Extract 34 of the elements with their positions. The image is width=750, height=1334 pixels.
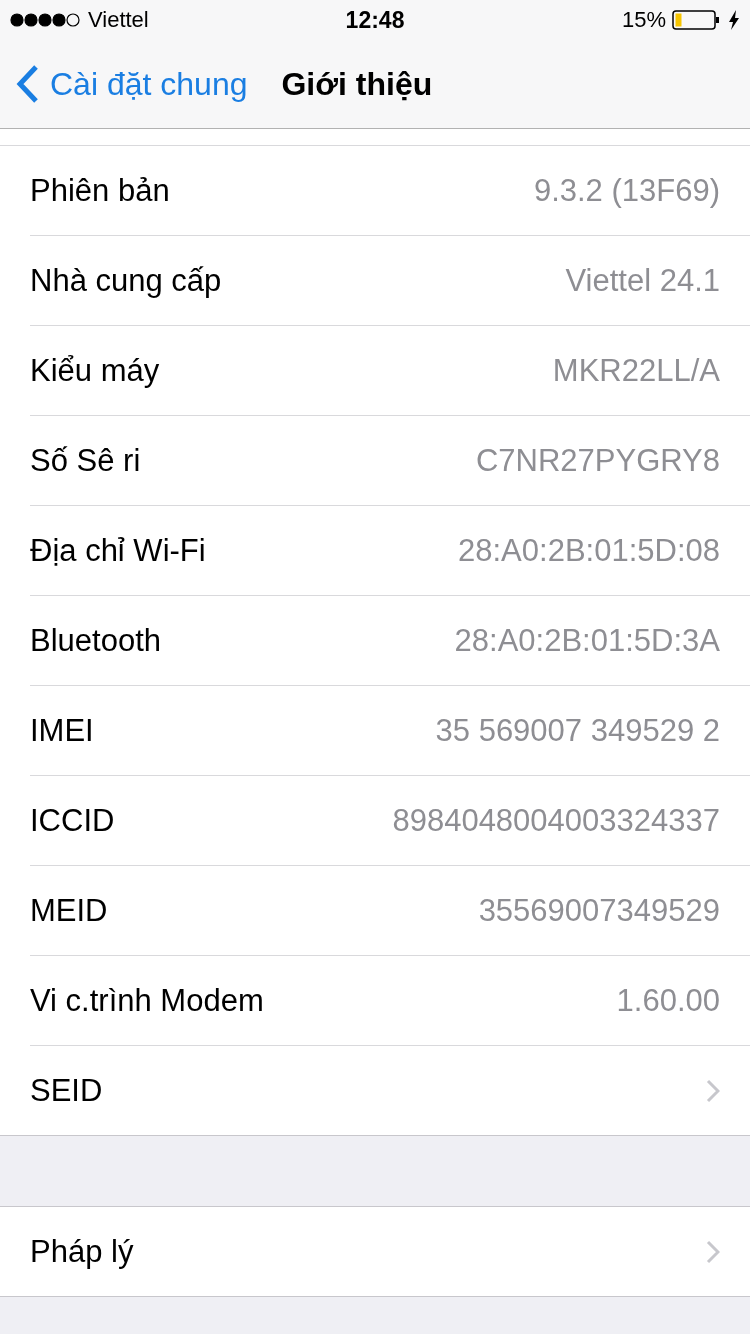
row-value: Viettel 24.1 [565, 262, 720, 299]
carrier-name: Viettel [88, 7, 149, 33]
row-value: 9.3.2 (13F69) [533, 172, 720, 209]
row-value: 8984048004003324337 [392, 802, 720, 839]
row-label: Nhà cung cấp [30, 262, 223, 299]
row-label: SEID [30, 1072, 104, 1109]
row-value: C7NR27PYGRY8 [475, 442, 720, 479]
row-label: Địa chỉ Wi-Fi [30, 532, 207, 569]
chevron-icon [706, 1239, 720, 1264]
signal-icon [10, 13, 82, 27]
chevron-icon [706, 1078, 720, 1103]
row-label: ICCID [30, 802, 116, 839]
row-label: MEID [30, 892, 109, 929]
row-label: Kiểu máy [30, 352, 161, 389]
row-label: Số Sê ri [30, 442, 142, 479]
row-value: MKR22LL/A [552, 352, 720, 389]
battery-icon [672, 9, 722, 31]
back-chevron-icon [16, 64, 40, 104]
row-label: IMEI [30, 712, 95, 749]
row-label: Vi c.trình Modem [30, 982, 265, 1019]
battery-percent: 15% [621, 7, 666, 33]
row-value: 35569007349529 [478, 892, 720, 929]
back-button[interactable]: Cài đặt chung [16, 64, 248, 104]
settings-row[interactable]: SEID [30, 1046, 750, 1135]
row-label: Bluetooth [30, 622, 162, 659]
row-value: 35 569007 349529 2 [435, 712, 720, 749]
row-label: Phiên bản [30, 172, 171, 209]
row-value: 28:A0:2B:01:5D:08 [458, 532, 720, 569]
row-value: 28:A0:2B:01:5D:3A [454, 622, 720, 659]
status-time: 12:48 [345, 6, 405, 34]
row-value: 1.60.00 [616, 982, 720, 1019]
charging-icon [728, 9, 740, 31]
screen-title: Giới thiệu [281, 65, 433, 103]
row-label: Pháp lý [30, 1233, 135, 1270]
